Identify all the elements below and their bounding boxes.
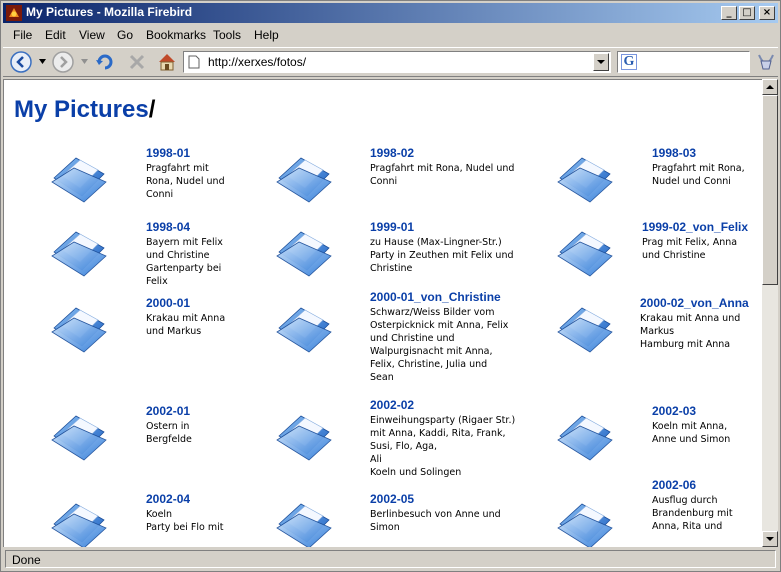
- folder-description: Prag mit Felix, Anna und Christine: [642, 237, 738, 261]
- folder-description: Ausflug durch Brandenburg mit Anna, Rita…: [652, 495, 733, 532]
- address-dropdown-button[interactable]: [593, 53, 609, 71]
- scroll-down-button[interactable]: [762, 531, 778, 547]
- page-icon: [188, 55, 200, 69]
- firebird-icon: [6, 5, 22, 21]
- arrow-down-icon: [766, 537, 774, 541]
- status-field: Done: [5, 550, 776, 568]
- folder-icon[interactable]: [554, 406, 616, 462]
- menu-bookmarks[interactable]: Bookmarks: [146, 28, 206, 42]
- folder-icon[interactable]: [554, 298, 616, 354]
- folder-link[interactable]: 1998-04: [146, 220, 190, 234]
- address-input[interactable]: http://xerxes/fotos/: [208, 55, 306, 69]
- folder-description: Koeln mit Anna, Anne und Simon: [652, 421, 731, 445]
- folder-icon[interactable]: [554, 148, 616, 204]
- folder-description: Pragfahrt mit Rona, Nudel und Conni: [146, 163, 225, 200]
- folder-link[interactable]: 2000-02_von_Anna: [640, 296, 749, 310]
- folder-description: Ostern in Bergfelde: [146, 421, 192, 445]
- folder-link[interactable]: 1999-02_von_Felix: [642, 220, 748, 234]
- scroll-thumb[interactable]: [762, 95, 778, 285]
- reload-icon[interactable]: [93, 50, 117, 74]
- folder-icon[interactable]: [273, 494, 335, 547]
- back-icon[interactable]: [9, 50, 33, 74]
- close-button[interactable]: ×: [759, 6, 775, 20]
- search-bar[interactable]: G: [617, 51, 750, 73]
- folder-icon[interactable]: [273, 298, 335, 354]
- navigation-toolbar: http://xerxes/fotos/ G: [3, 47, 778, 77]
- minimize-button[interactable]: _: [721, 6, 737, 20]
- menu-help[interactable]: Help: [254, 28, 279, 42]
- folder-description: Pragfahrt mit Rona, Nudel und Conni: [370, 163, 515, 187]
- folder-description: Schwarz/Weiss Bilder vom Osterpicknick m…: [370, 307, 509, 383]
- maximize-button[interactable]: □: [739, 6, 755, 20]
- folder-icon[interactable]: [48, 406, 110, 462]
- folder-description: Krakau mit Anna und Markus Hamburg mit A…: [640, 313, 741, 350]
- folder-description: zu Hause (Max-Lingner-Str.) Party in Zeu…: [370, 237, 514, 274]
- folder-icon[interactable]: [48, 148, 110, 204]
- folder-description: Bayern mit Felix und Christine Gartenpar…: [146, 237, 223, 287]
- browser-window: My Pictures - Mozilla Firebird _ □ × Fil…: [0, 0, 781, 572]
- page-title-link[interactable]: My Pictures: [14, 96, 149, 123]
- folder-icon[interactable]: [48, 222, 110, 278]
- home-icon[interactable]: [155, 50, 179, 74]
- folder-link[interactable]: 1999-01: [370, 220, 414, 234]
- folder-description: Pragfahrt mit Rona, Nudel und Conni: [652, 163, 745, 187]
- status-text: Done: [12, 553, 41, 567]
- vertical-scrollbar[interactable]: [762, 79, 778, 547]
- page-title-slash: /: [148, 96, 156, 123]
- forward-dropdown-icon[interactable]: [81, 59, 88, 64]
- folder-link[interactable]: 2002-05: [370, 492, 414, 506]
- folder-description: Koeln Party bei Flo mit: [146, 509, 224, 533]
- stop-icon[interactable]: [125, 50, 149, 74]
- forward-icon[interactable]: [51, 50, 75, 74]
- menu-tools[interactable]: Tools: [213, 28, 241, 42]
- page-title: My Pictures/: [14, 96, 155, 124]
- folder-link[interactable]: 1998-02: [370, 146, 414, 160]
- google-icon[interactable]: G: [621, 54, 637, 70]
- folder-description: Berlinbesuch von Anne und Simon: [370, 509, 501, 533]
- throbber-icon[interactable]: [755, 51, 777, 73]
- menu-view[interactable]: View: [79, 28, 105, 42]
- folder-link[interactable]: 2002-03: [652, 404, 696, 418]
- folder-icon[interactable]: [554, 222, 616, 278]
- title-bar: My Pictures - Mozilla Firebird _ □ ×: [3, 3, 778, 23]
- folder-link[interactable]: 2002-01: [146, 404, 190, 418]
- chevron-down-icon: [597, 60, 605, 64]
- folder-description: Krakau mit Anna und Markus: [146, 313, 226, 337]
- arrow-up-icon: [766, 85, 774, 89]
- scroll-up-button[interactable]: [762, 79, 778, 95]
- status-bar: Done: [3, 549, 778, 569]
- address-bar[interactable]: http://xerxes/fotos/: [183, 51, 611, 73]
- folder-link[interactable]: 2002-06: [652, 478, 696, 492]
- menu-bar: File Edit View Go Bookmarks Tools Help: [3, 25, 778, 45]
- folder-link[interactable]: 2002-02: [370, 398, 414, 412]
- folder-description: Einweihungsparty (Rigaer Str.) mit Anna,…: [370, 415, 516, 478]
- folder-icon[interactable]: [48, 494, 110, 547]
- folder-link[interactable]: 2000-01_von_Christine: [370, 290, 501, 304]
- folder-icon[interactable]: [273, 406, 335, 462]
- menu-go[interactable]: Go: [117, 28, 133, 42]
- folder-link[interactable]: 1998-01: [146, 146, 190, 160]
- folder-link[interactable]: 2000-01: [146, 296, 190, 310]
- menu-edit[interactable]: Edit: [45, 28, 66, 42]
- folder-link[interactable]: 2002-04: [146, 492, 190, 506]
- window-title: My Pictures - Mozilla Firebird: [26, 5, 193, 19]
- page-content: My Pictures/ 1998-01 Pragfahrt mit Rona, …: [3, 79, 762, 547]
- menu-file[interactable]: File: [13, 28, 32, 42]
- folder-icon[interactable]: [48, 298, 110, 354]
- folder-link[interactable]: 1998-03: [652, 146, 696, 160]
- folder-icon[interactable]: [273, 148, 335, 204]
- folder-icon[interactable]: [273, 222, 335, 278]
- back-dropdown-icon[interactable]: [39, 59, 46, 64]
- folder-icon[interactable]: [554, 494, 616, 547]
